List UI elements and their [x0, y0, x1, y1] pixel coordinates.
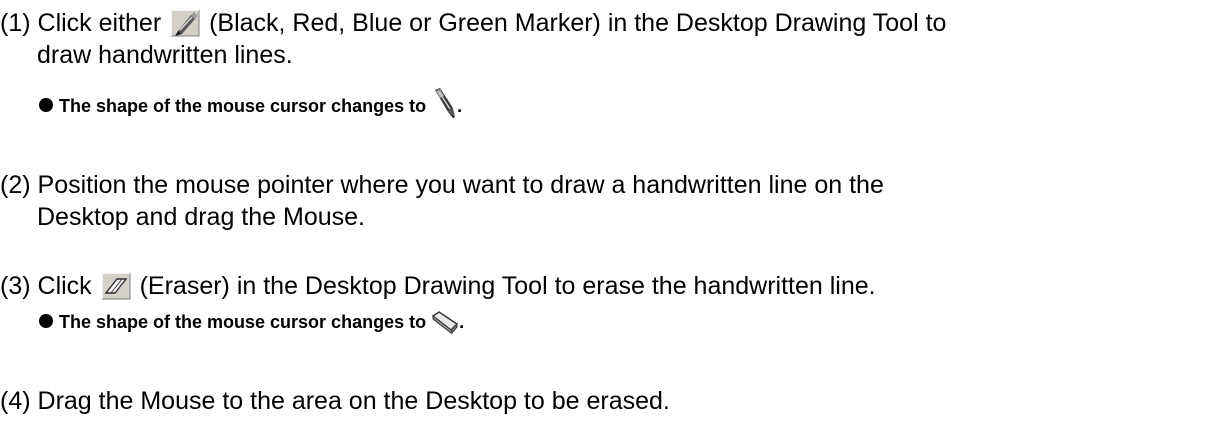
step-2-text-line-1: Position the mouse pointer where you wan…: [37, 171, 884, 199]
step-3-text-after-icon: (Eraser) in the Desktop Drawing Tool to …: [139, 272, 876, 300]
step-2-number: (2): [0, 171, 31, 199]
eraser-icon: [100, 272, 131, 300]
step-1-text-after-icon: (Black, Red, Blue or Green Marker) in th…: [209, 9, 947, 37]
step-3-line-1: (3) Click (Eraser) in the Desktop Drawin…: [0, 271, 876, 301]
step-2-line-2: Desktop and drag the Mouse.: [37, 203, 365, 231]
step-1-line-2: draw handwritten lines.: [37, 41, 293, 69]
bullet-icon: [39, 98, 53, 112]
step-3-text-before-icon: Click: [37, 272, 92, 300]
step-1-line-1: (1) Click either (Black, Red, Blue or Gr…: [0, 8, 946, 38]
step-1-note-text: The shape of the mouse cursor changes to: [59, 96, 427, 116]
marker-pen-icon: [170, 9, 200, 37]
step-3-note-end: .: [459, 312, 465, 332]
marker-cursor-icon: [431, 88, 457, 125]
step-1-note: The shape of the mouse cursor changes to…: [39, 88, 462, 125]
step-1-number: (1): [0, 9, 31, 37]
step-3-note-text: The shape of the mouse cursor changes to: [59, 312, 427, 332]
eraser-cursor-icon: [431, 310, 459, 341]
step-3-note: The shape of the mouse cursor changes to…: [39, 309, 464, 341]
step-1-note-end: .: [457, 96, 463, 116]
step-4-number: (4): [0, 387, 31, 415]
step-1-text-before-icon: Click either: [37, 9, 162, 37]
step-4-line-1: (4) Drag the Mouse to the area on the De…: [0, 386, 670, 416]
bullet-icon: [39, 314, 53, 328]
step-2-line-1: (2) Position the mouse pointer where you…: [0, 170, 884, 200]
step-3-number: (3): [0, 272, 31, 300]
step-4-text-line-1: Drag the Mouse to the area on the Deskto…: [37, 387, 670, 415]
